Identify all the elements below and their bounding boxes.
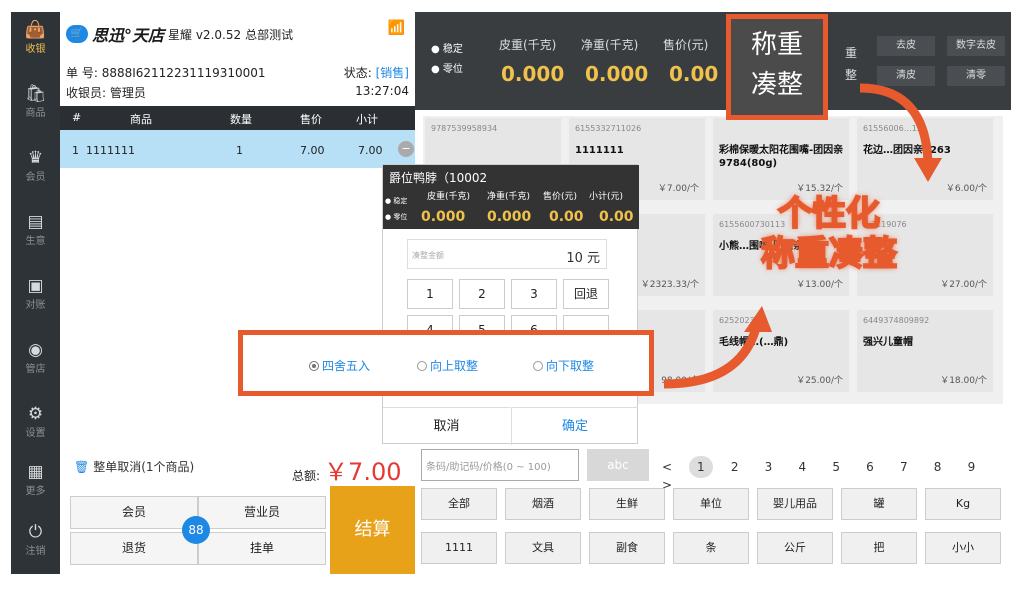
cancel-all-button[interactable]: 🗑 整单取消(1个商品) xyxy=(74,458,194,475)
abc-keyboard-button[interactable]: abc xyxy=(587,449,649,481)
scale-price: 0.00 xyxy=(669,62,719,86)
order-number: 单 号: 8888I62112231119310001 xyxy=(66,66,266,80)
order-status: 状态: [销售] xyxy=(343,66,409,80)
account-icon: ▣ xyxy=(27,276,44,296)
category-tab[interactable]: 小小 xyxy=(925,532,1001,564)
pagination: < 1 2 3 4 5 6 7 8 9 > xyxy=(655,456,1011,492)
page-button[interactable]: 9 xyxy=(959,460,983,474)
tare-button[interactable]: 去皮 xyxy=(877,36,935,56)
page-button[interactable]: 5 xyxy=(824,460,848,474)
scale-tare: 0.000 xyxy=(501,62,565,86)
cashier-info: 收银员: 管理员 xyxy=(66,86,146,100)
radio-icon xyxy=(417,361,427,371)
gear-icon: ⚙ xyxy=(27,404,44,424)
arrow-icon xyxy=(859,83,942,182)
page-button[interactable]: 7 xyxy=(892,460,916,474)
trash-icon: 🗑 xyxy=(74,460,90,474)
wifi-icon: 📶 xyxy=(387,20,405,36)
rounding-options: 四舍五入 向上取整 向下取整 xyxy=(238,330,654,396)
radio-icon xyxy=(533,361,543,371)
category-tab[interactable]: 文具 xyxy=(505,532,581,564)
dialog-title: 爵位鸭脖（10002 xyxy=(389,171,488,185)
page-button[interactable]: 2 xyxy=(723,460,747,474)
keypad-key[interactable]: 2 xyxy=(459,279,505,309)
checkout-button[interactable]: 结算 xyxy=(330,486,415,574)
sidebar-item-products[interactable]: 🛍 商品 xyxy=(11,76,60,136)
round-up-radio[interactable]: 向上取整 xyxy=(417,357,478,374)
category-tab[interactable]: 条 xyxy=(673,532,749,564)
keypad-key[interactable]: 1 xyxy=(407,279,453,309)
monitor-icon: ▤ xyxy=(27,212,44,232)
scale-indicators: ● 稳定 ● 零位 xyxy=(431,44,463,75)
sidebar-item-members[interactable]: ♛ 会员 xyxy=(11,140,60,200)
hold-order-button[interactable]: 挂单 xyxy=(198,532,326,565)
remove-item-icon[interactable]: − xyxy=(398,141,414,157)
confirm-button[interactable]: 确定 xyxy=(511,407,638,445)
search-input[interactable]: 条码/助记码/价格(0 ~ 100) xyxy=(421,449,579,481)
dialog-header: 爵位鸭脖（10002 ● 稳定 ● 零位 皮重(千克) 净重(千克) 售价(元) … xyxy=(383,165,639,229)
brand-name: 思迅°天店 xyxy=(92,26,165,45)
category-tab[interactable]: 罐 xyxy=(841,488,917,520)
return-button[interactable]: 退货 xyxy=(70,532,198,565)
category-tab[interactable]: 单位 xyxy=(673,488,749,520)
category-tab[interactable]: 全部 xyxy=(421,488,497,520)
zero-button[interactable]: 清零 xyxy=(947,66,1005,86)
round-half-up-radio[interactable]: 四舍五入 xyxy=(309,357,370,374)
power-icon: ⏻ xyxy=(28,522,43,542)
page-button[interactable]: 1 xyxy=(688,456,713,478)
round-down-radio[interactable]: 向下取整 xyxy=(533,357,594,374)
weigh-round-dialog: 爵位鸭脖（10002 ● 稳定 ● 零位 皮重(千克) 净重(千克) 售价(元) … xyxy=(382,164,639,445)
grid-icon: ▦ xyxy=(27,462,44,482)
arrow-icon xyxy=(663,306,772,389)
promo-text: 个性化 称重凑整 xyxy=(760,193,898,275)
category-tab[interactable]: 烟酒 xyxy=(505,488,581,520)
cancel-button[interactable]: 取消 xyxy=(383,407,510,445)
product-card[interactable]: 彩棉保暖太阳花围嘴-团因亲9784(80g) ￥15.32/个 xyxy=(713,118,849,200)
prev-page-button[interactable]: < xyxy=(655,460,679,474)
sidebar-item-settings[interactable]: ⚙ 设置 xyxy=(11,396,60,456)
round-amount-input[interactable]: 凑整金额 10 元 xyxy=(407,239,607,269)
sidebar-item-logout[interactable]: ⏻ 注销 xyxy=(11,514,60,574)
category-tab[interactable]: 1111 xyxy=(421,532,497,564)
product-card[interactable]: 6449374809892 强兴儿童帽 ￥18.00/个 xyxy=(857,310,993,392)
cart-row[interactable]: 1 1111111 1 7.00 7.00 − xyxy=(60,130,415,168)
clock: 13:27:04 xyxy=(355,84,409,98)
sidebar-item-store[interactable]: ◉ 管店 xyxy=(11,332,60,392)
sidebar-item-reconcile[interactable]: ▣ 对账 xyxy=(11,268,60,328)
category-tab[interactable]: Kg xyxy=(925,488,1001,520)
scale-net: 0.000 xyxy=(585,62,649,86)
category-tab[interactable]: 公斤 xyxy=(757,532,833,564)
category-tab[interactable]: 把 xyxy=(841,532,917,564)
salesperson-button[interactable]: 营业员 xyxy=(198,496,326,529)
store-icon: ◉ xyxy=(28,340,43,360)
cart-table-header: # 商品 数量 售价 小计 xyxy=(60,106,415,130)
keypad-key[interactable]: 3 xyxy=(511,279,557,309)
member-button[interactable]: 会员 xyxy=(70,496,198,529)
category-tab[interactable]: 婴儿用品 xyxy=(757,488,833,520)
sidebar-item-business[interactable]: ▤ 生意 xyxy=(11,204,60,264)
shopping-bag-icon: 🛍 xyxy=(24,84,47,104)
backspace-key[interactable]: 回退 xyxy=(563,279,609,309)
page-button[interactable]: 8 xyxy=(926,460,950,474)
sidebar-item-cashier[interactable]: 👜 收银 xyxy=(11,12,60,72)
order-total: 总额: ￥7.00 xyxy=(292,458,402,486)
digital-tare-button[interactable]: 数字去皮 xyxy=(947,36,1005,56)
sidebar-item-more[interactable]: ▦ 更多 xyxy=(11,454,60,514)
page-button[interactable]: 4 xyxy=(790,460,814,474)
radio-icon xyxy=(309,361,319,371)
quick-menu-button[interactable]: 88 xyxy=(182,516,210,544)
category-tab[interactable]: 副食 xyxy=(589,532,665,564)
order-panel: 🛒 思迅°天店 星耀 v2.0.52 总部测试 📶 单 号: 8888I6211… xyxy=(60,12,415,574)
crown-icon: ♛ xyxy=(27,148,44,168)
page-button[interactable]: 6 xyxy=(858,460,882,474)
sidebar: 👜 收银 🛍 商品 ♛ 会员 ▤ 生意 ▣ 对账 ◉ 管店 ⚙ 设置 ▦ 更多 ⏻ 注销 xyxy=(11,12,60,574)
brand: 🛒 思迅°天店 星耀 v2.0.52 总部测试 xyxy=(66,22,293,46)
cart-logo-icon: 🛒 xyxy=(66,25,88,43)
cashier-bag-icon: 👜 xyxy=(24,20,47,40)
app-version: 星耀 v2.0.52 xyxy=(168,27,242,42)
store-name: 总部测试 xyxy=(245,27,294,42)
page-button[interactable]: 3 xyxy=(756,460,780,474)
category-tab[interactable]: 生鲜 xyxy=(589,488,665,520)
weigh-round-callout: 称重 凑整 xyxy=(726,14,828,120)
